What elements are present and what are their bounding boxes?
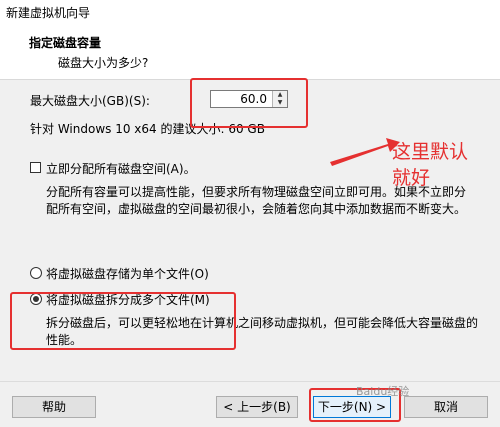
- window-title: 新建虚拟机向导: [6, 6, 91, 20]
- cancel-button[interactable]: 取消: [404, 396, 488, 418]
- allocate-all-checkbox[interactable]: [30, 162, 41, 173]
- footer-divider: [0, 381, 500, 382]
- annotation-text-line2: 就好: [392, 167, 431, 189]
- watermark: Baidu经验: [356, 385, 410, 398]
- annotation-arrow-icon: [330, 138, 400, 166]
- header-title: 指定磁盘容量: [29, 36, 102, 50]
- help-button[interactable]: 帮助: [12, 396, 96, 418]
- annotation-text-line1: 这里默认: [392, 141, 469, 163]
- single-file-radio[interactable]: [30, 267, 42, 279]
- header-subtitle: 磁盘大小为多少?: [58, 56, 149, 70]
- back-button[interactable]: < 上一步(B): [216, 396, 298, 418]
- single-file-label[interactable]: 将虚拟磁盘存储为单个文件(O): [46, 265, 209, 282]
- max-disk-size-label: 最大磁盘大小(GB)(S):: [30, 94, 150, 108]
- title-bar: 新建虚拟机向导: [0, 0, 500, 23]
- annotation-box-size: [190, 78, 308, 128]
- annotation-box-split: [10, 292, 236, 350]
- allocate-all-label[interactable]: 立即分配所有磁盘空间(A)。: [46, 160, 196, 177]
- wizard-header: 指定磁盘容量 磁盘大小为多少?: [0, 22, 500, 80]
